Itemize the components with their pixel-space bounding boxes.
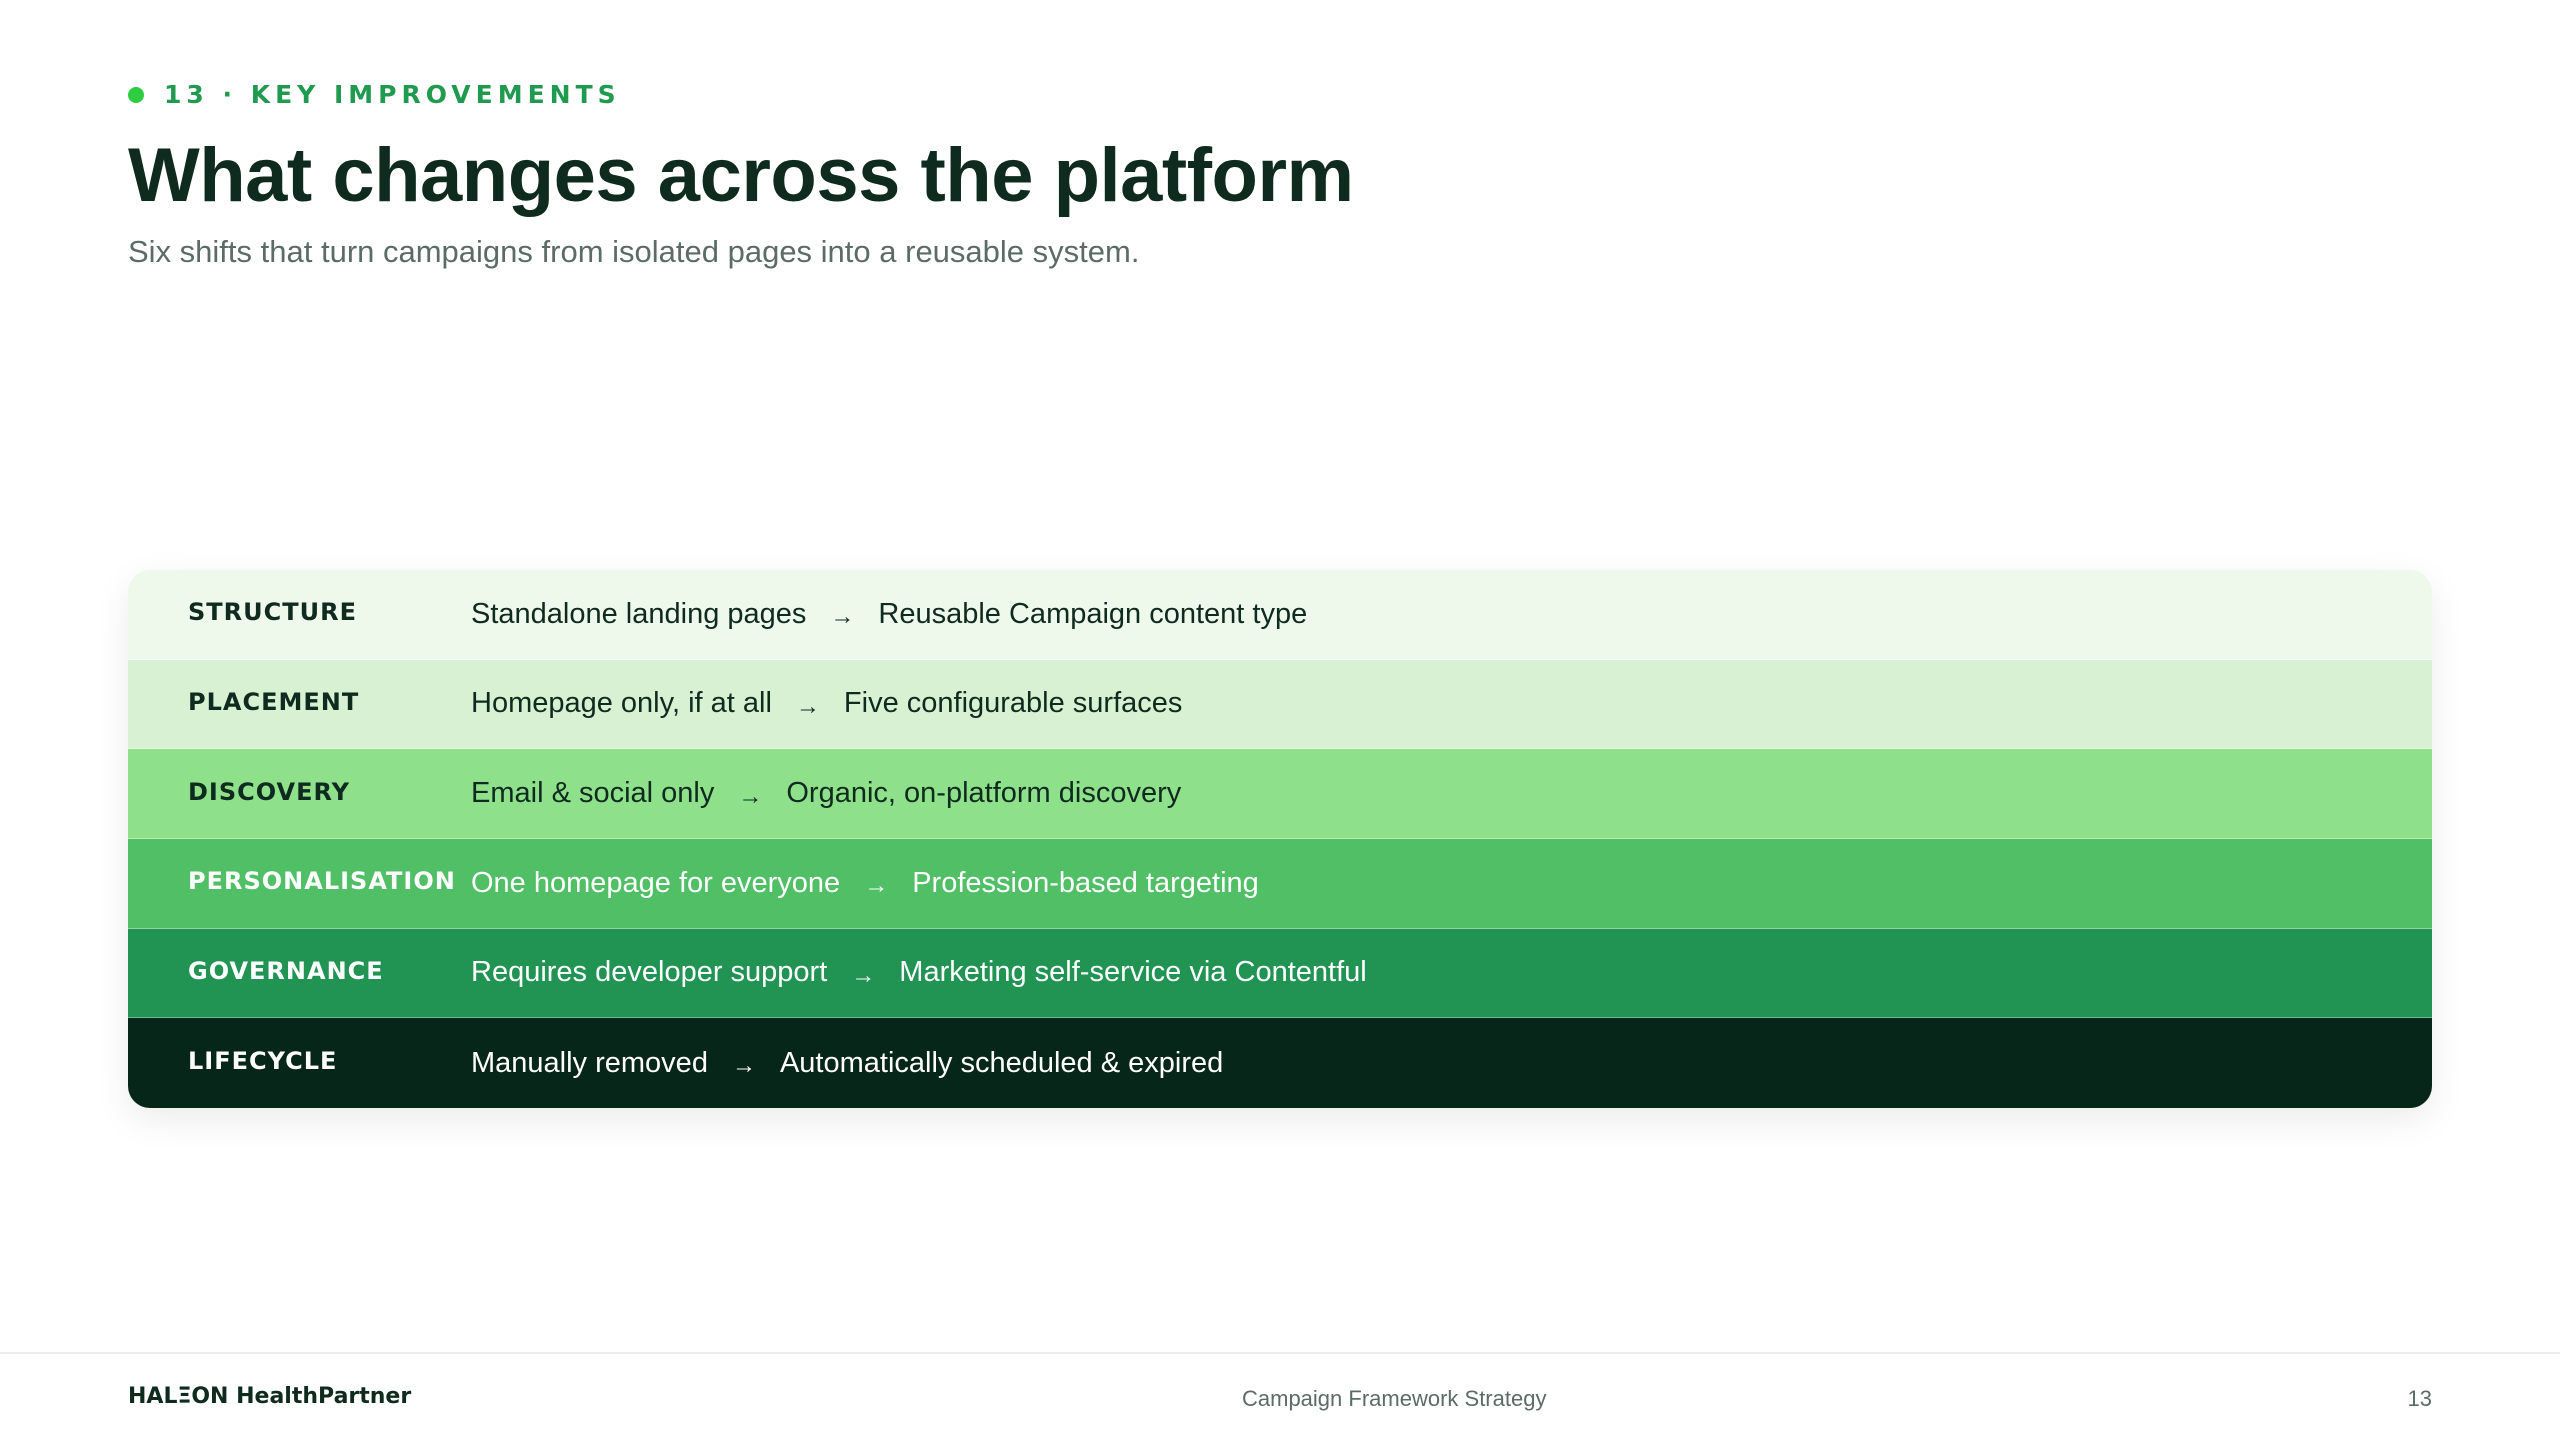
row-change: Homepage only, if at all → Five configur… xyxy=(471,687,1182,720)
row-label: GOVERNANCE xyxy=(188,956,384,985)
row-change: One homepage for everyone → Profession-b… xyxy=(471,867,1259,900)
slide: 13 · KEY IMPROVEMENTS What changes acros… xyxy=(0,0,2560,1440)
from-text: Email & social only xyxy=(471,777,715,810)
improvement-row-placement: PLACEMENT Homepage only, if at all → Fiv… xyxy=(128,659,2432,750)
from-text: Homepage only, if at all xyxy=(471,687,772,720)
row-label: STRUCTURE xyxy=(188,598,357,627)
to-text: Organic, on-platform discovery xyxy=(786,777,1182,810)
arrow-right-icon: → xyxy=(864,872,889,900)
improvement-row-personalisation: PERSONALISATION One homepage for everyon… xyxy=(128,838,2432,929)
section-eyebrow: 13 · KEY IMPROVEMENTS xyxy=(128,80,621,109)
improvement-row-governance: GOVERNANCE Requires developer support → … xyxy=(128,928,2432,1019)
brand-logo: HALΞON HealthPartner xyxy=(128,1384,412,1409)
improvements-table: STRUCTURE Standalone landing pages → Reu… xyxy=(128,570,2432,1108)
document-title: Campaign Framework Strategy xyxy=(1242,1386,1547,1411)
row-label: LIFECYCLE xyxy=(188,1047,338,1076)
arrow-right-icon: → xyxy=(851,961,876,989)
arrow-right-icon: → xyxy=(830,603,855,631)
row-label: PLACEMENT xyxy=(188,687,360,716)
footer: HALΞON HealthPartner Campaign Framework … xyxy=(0,1352,2560,1440)
improvement-row-discovery: DISCOVERY Email & social only → Organic,… xyxy=(128,749,2432,839)
from-text: Standalone landing pages xyxy=(471,597,807,630)
to-text: Reusable Campaign content type xyxy=(878,597,1308,630)
from-text: Manually removed xyxy=(471,1046,708,1079)
row-label: PERSONALISATION xyxy=(188,867,456,896)
row-label: DISCOVERY xyxy=(188,777,351,806)
row-change: Requires developer support → Marketing s… xyxy=(471,956,1367,989)
section-label: 13 · KEY IMPROVEMENTS xyxy=(164,80,621,109)
to-text: Automatically scheduled & expired xyxy=(779,1046,1224,1079)
row-change: Manually removed → Automatically schedul… xyxy=(471,1047,1223,1080)
page-subtitle: Six shifts that turn campaigns from isol… xyxy=(128,234,1140,269)
arrow-right-icon: → xyxy=(795,692,820,720)
row-change: Email & social only → Organic, on-platfo… xyxy=(471,777,1181,810)
row-change: Standalone landing pages → Reusable Camp… xyxy=(471,598,1307,631)
to-text: Profession-based targeting xyxy=(912,866,1259,899)
arrow-right-icon: → xyxy=(731,1052,756,1080)
from-text: Requires developer support xyxy=(471,956,828,989)
from-text: One homepage for everyone xyxy=(471,866,841,899)
arrow-right-icon: → xyxy=(738,782,763,810)
improvement-row-lifecycle: LIFECYCLE Manually removed → Automatical… xyxy=(128,1018,2432,1108)
to-text: Five configurable surfaces xyxy=(843,687,1183,720)
to-text: Marketing self-service via Contentful xyxy=(899,956,1367,989)
improvement-row-structure: STRUCTURE Standalone landing pages → Reu… xyxy=(128,570,2432,660)
page-number: 13 xyxy=(2407,1386,2432,1411)
bullet-dot-icon xyxy=(128,86,144,103)
page-title: What changes across the platform xyxy=(128,133,1354,218)
